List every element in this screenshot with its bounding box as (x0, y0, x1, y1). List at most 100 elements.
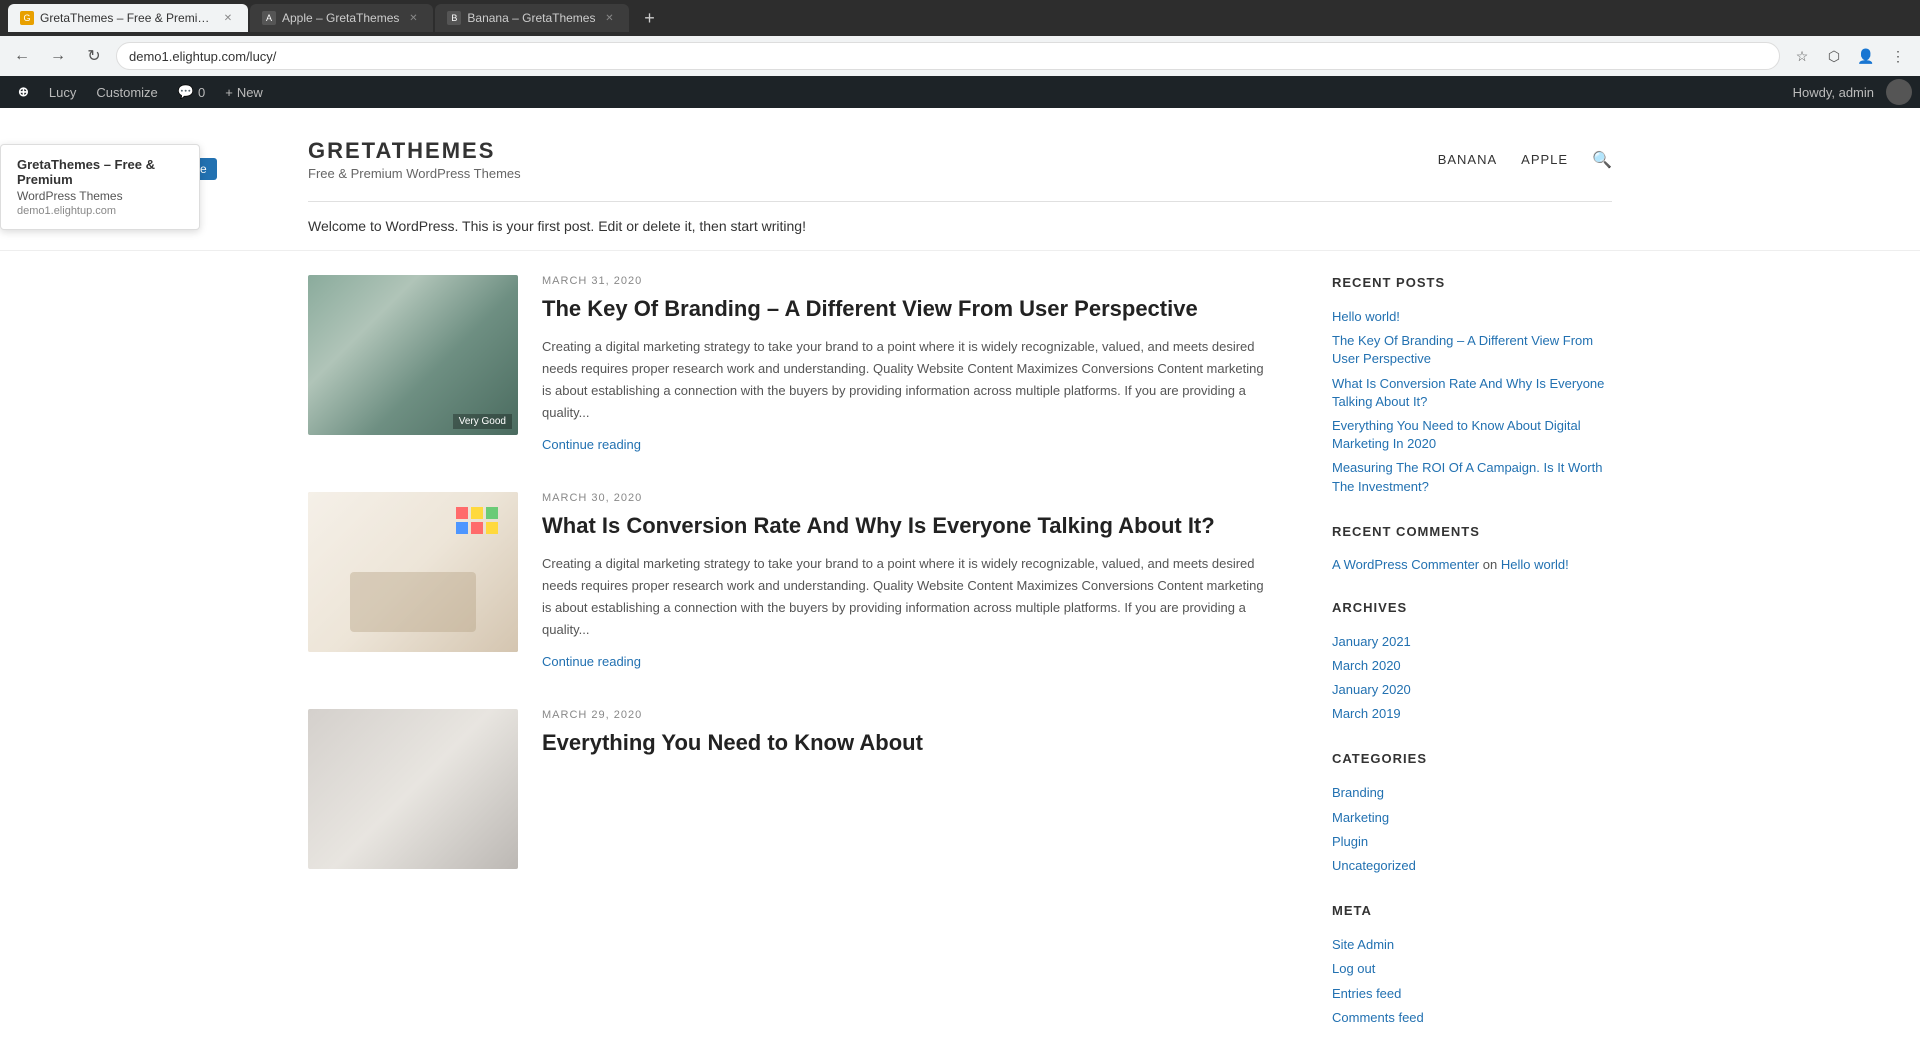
recent-post-5[interactable]: Measuring The ROI Of A Campaign. Is It W… (1332, 459, 1612, 495)
read-more-2[interactable]: Continue reading (542, 654, 641, 669)
content-wrapper: Very Good MARCH 31, 2020 The Key Of Bran… (0, 275, 1920, 1055)
comment-post-1[interactable]: Hello world! (1501, 557, 1569, 572)
post-excerpt-2: Creating a digital marketing strategy to… (542, 553, 1272, 641)
tooltip-subtitle: WordPress Themes (17, 189, 183, 203)
tab-title-1: GretaThemes – Free & Premium... (40, 11, 214, 25)
browser-actions: ☆ ⬡ 👤 ⋮ (1788, 42, 1912, 70)
back-button[interactable]: ← (8, 42, 36, 70)
wp-admin-bar: ⊕ Lucy Customize 💬 0 + New Howdy, admin … (0, 76, 1920, 108)
wp-new-button[interactable]: + New (215, 76, 273, 108)
archive-jan2021[interactable]: January 2021 (1332, 633, 1612, 651)
recent-post-3[interactable]: What Is Conversion Rate And Why Is Every… (1332, 375, 1612, 411)
meta-heading: META (1332, 903, 1612, 924)
meta-entries-feed[interactable]: Entries feed (1332, 985, 1612, 1003)
categories-heading: CATEGORIES (1332, 751, 1612, 772)
post-title-3[interactable]: Everything You Need to Know About (542, 729, 1272, 758)
sidebar-recent-posts: RECENT POSTS Hello world! The Key Of Bra… (1332, 275, 1612, 496)
tab-gretathemes[interactable]: G GretaThemes – Free & Premium... ✕ (8, 4, 248, 32)
menu-icon[interactable]: ⋮ (1884, 42, 1912, 70)
tab-title-2: Apple – GretaThemes (282, 11, 399, 25)
meta-site-admin[interactable]: Site Admin (1332, 936, 1612, 954)
post-article-1: Very Good MARCH 31, 2020 The Key Of Bran… (308, 275, 1272, 452)
refresh-button[interactable]: ↻ (80, 42, 108, 70)
main-content: Very Good MARCH 31, 2020 The Key Of Bran… (308, 275, 1272, 1055)
tab-title-3: Banana – GretaThemes (467, 11, 595, 25)
site-title[interactable]: GRETATHEMES (308, 138, 521, 164)
site-wrapper: GRETATHEMES Free & Premium WordPress The… (0, 108, 1920, 1055)
forward-button[interactable]: → (44, 42, 72, 70)
tab-banana[interactable]: B Banana – GretaThemes ✕ (435, 4, 629, 32)
search-icon[interactable]: 🔍 (1592, 150, 1612, 170)
comments-count: 0 (198, 85, 205, 100)
read-more-1[interactable]: Continue reading (542, 437, 641, 452)
nav-apple[interactable]: APPLE (1521, 152, 1568, 167)
customize-tooltip: GretaThemes – Free & Premium WordPress T… (0, 144, 200, 230)
customize-label: Customize (96, 85, 157, 100)
sidebar-archives: ARCHIVES January 2021 March 2020 January… (1332, 600, 1612, 724)
category-uncategorized[interactable]: Uncategorized (1332, 857, 1612, 875)
new-label: New (237, 85, 263, 100)
comment-author-1[interactable]: A WordPress Commenter (1332, 557, 1479, 572)
meta-log-out[interactable]: Log out (1332, 960, 1612, 978)
sidebar: RECENT POSTS Hello world! The Key Of Bra… (1332, 275, 1612, 1055)
post-article-3: MARCH 29, 2020 Everything You Need to Kn… (308, 709, 1272, 869)
sidebar-recent-comments: RECENT COMMENTS A WordPress Commenter on… (1332, 524, 1612, 572)
archive-jan2020[interactable]: January 2020 (1332, 681, 1612, 699)
wp-logo-icon: ⊕ (18, 84, 29, 100)
post-thumbnail-3[interactable] (308, 709, 518, 869)
profile-icon[interactable]: 👤 (1852, 42, 1880, 70)
archive-mar2020[interactable]: March 2020 (1332, 657, 1612, 675)
wp-comments[interactable]: 💬 0 (168, 76, 215, 108)
category-marketing[interactable]: Marketing (1332, 809, 1612, 827)
url-bar[interactable]: demo1.elightup.com/lucy/ (116, 42, 1780, 70)
comments-icon: 💬 (178, 84, 194, 100)
wp-site-name[interactable]: Lucy (39, 76, 86, 108)
post-date-3: MARCH 29, 2020 (542, 709, 1272, 721)
img-label-1: Very Good (453, 414, 512, 429)
tab-close-3[interactable]: ✕ (601, 10, 617, 26)
post-excerpt-1: Creating a digital marketing strategy to… (542, 336, 1272, 424)
post-title-2[interactable]: What Is Conversion Rate And Why Is Every… (542, 512, 1272, 541)
bookmark-icon[interactable]: ☆ (1788, 42, 1816, 70)
post-content-2: MARCH 30, 2020 What Is Conversion Rate A… (542, 492, 1272, 669)
category-plugin[interactable]: Plugin (1332, 833, 1612, 851)
site-tagline: Free & Premium WordPress Themes (308, 166, 521, 181)
post-thumbnail-2[interactable] (308, 492, 518, 652)
tab-favicon-3: B (447, 11, 461, 25)
post-image-conversion (308, 492, 518, 652)
tab-apple[interactable]: A Apple – GretaThemes ✕ (250, 4, 433, 32)
recent-post-2[interactable]: The Key Of Branding – A Different View F… (1332, 332, 1612, 368)
archive-mar2019[interactable]: March 2019 (1332, 705, 1612, 723)
comment-1: A WordPress Commenter on Hello world! (1332, 557, 1612, 572)
site-branding: GRETATHEMES Free & Premium WordPress The… (308, 138, 521, 181)
browser-chrome: G GretaThemes – Free & Premium... ✕ A Ap… (0, 0, 1920, 76)
post-thumbnail-1[interactable]: Very Good (308, 275, 518, 435)
tab-close-2[interactable]: ✕ (405, 10, 421, 26)
tab-bar: G GretaThemes – Free & Premium... ✕ A Ap… (0, 0, 1920, 36)
plus-icon: + (225, 85, 233, 100)
url-text: demo1.elightup.com/lucy/ (129, 49, 276, 64)
recent-posts-heading: RECENT POSTS (1332, 275, 1612, 296)
post-image-branding: Very Good (308, 275, 518, 435)
admin-avatar[interactable] (1886, 79, 1912, 105)
recent-post-1[interactable]: Hello world! (1332, 308, 1612, 326)
welcome-text: Welcome to WordPress. This is your first… (0, 202, 1920, 251)
post-title-1[interactable]: The Key Of Branding – A Different View F… (542, 295, 1272, 324)
post-article-2: MARCH 30, 2020 What Is Conversion Rate A… (308, 492, 1272, 669)
extensions-icon[interactable]: ⬡ (1820, 42, 1848, 70)
wp-admin-bar-right: Howdy, admin (1785, 79, 1912, 105)
site-nav: BANANA APPLE 🔍 (1438, 150, 1612, 170)
tooltip-url: demo1.elightup.com (17, 205, 183, 217)
sidebar-categories: CATEGORIES Branding Marketing Plugin Unc… (1332, 751, 1612, 875)
comment-on-1: on (1483, 557, 1497, 572)
tab-close-1[interactable]: ✕ (220, 10, 236, 26)
recent-comments-heading: RECENT COMMENTS (1332, 524, 1612, 545)
wp-customize-button[interactable]: Customize (86, 76, 167, 108)
recent-post-4[interactable]: Everything You Need to Know About Digita… (1332, 417, 1612, 453)
post-date-1: MARCH 31, 2020 (542, 275, 1272, 287)
new-tab-button[interactable]: + (635, 4, 663, 32)
category-branding[interactable]: Branding (1332, 784, 1612, 802)
nav-banana[interactable]: BANANA (1438, 152, 1497, 167)
meta-comments-feed[interactable]: Comments feed (1332, 1009, 1612, 1027)
wp-logo-button[interactable]: ⊕ (8, 76, 39, 108)
